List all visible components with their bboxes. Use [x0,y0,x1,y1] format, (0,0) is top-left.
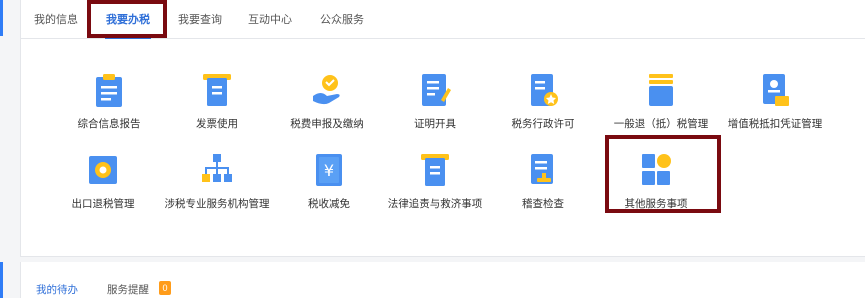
tab-my-info[interactable]: 我的信息 [27,0,85,38]
tab-interaction-center[interactable]: 互动中心 [241,0,299,38]
org-structure-icon [202,154,232,182]
service-tax-relief[interactable]: ¥ 税收减免 [274,152,384,232]
tab-service-reminder[interactable]: 服务提醒 [107,282,149,297]
service-other[interactable]: 其他服务事项 [601,152,711,232]
service-label: 涉税专业服务机构管理 [164,198,270,210]
service-declare-pay[interactable]: 税费申报及缴纳 [272,72,382,152]
other-services-icon [642,154,671,185]
service-professional-org[interactable]: 涉税专业服务机构管理 [162,152,272,232]
reminder-count-badge: 0 [159,281,171,295]
service-legal-remedy[interactable]: 法律追责与救济事项 [380,152,490,232]
clipboard-report-icon [96,74,122,107]
service-label: 出口退税管理 [71,198,135,210]
invoice-icon [203,74,231,106]
service-comprehensive-report[interactable]: 综合信息报告 [54,72,164,152]
tab-public-service[interactable]: 公众服务 [313,0,371,38]
tab-query[interactable]: 我要查询 [171,0,229,38]
service-admin-permit[interactable]: 税务行政许可 [488,72,598,152]
service-label: 其他服务事项 [624,198,688,210]
service-tax-refund[interactable]: 一般退（抵）税管理 [606,72,716,152]
service-label: 税务行政许可 [511,118,575,130]
svg-text:¥: ¥ [324,161,334,180]
tax-services-panel: 我的信息 我要办税 我要查询 互动中心 公众服务 综合信息报告 发票使用 税费申… [20,0,865,257]
tax-relief-icon: ¥ [316,154,342,186]
service-vat-voucher[interactable]: 增值税抵扣凭证管理 [720,72,830,152]
tab-handle-tax[interactable]: 我要办税 [93,0,163,39]
service-inspection[interactable]: 稽查检查 [488,152,598,232]
service-certificate[interactable]: 证明开具 [380,72,490,152]
service-label: 增值税抵扣凭证管理 [727,118,823,130]
tab-my-todo[interactable]: 我的待办 [36,282,78,297]
todo-panel: 我的待办 服务提醒 0 [20,262,865,298]
certificate-icon [422,74,451,106]
inspection-icon [531,154,553,184]
service-label: 稽查检查 [522,198,564,210]
active-tab-underline [105,37,151,39]
left-accent-bar [0,0,3,36]
declare-pay-icon [313,75,340,105]
legal-icon [421,154,449,186]
export-refund-icon [89,156,117,184]
admin-permit-icon [531,74,558,106]
service-invoice-use[interactable]: 发票使用 [162,72,272,152]
service-label: 一般退（抵）税管理 [613,118,709,130]
vat-voucher-icon [763,74,789,106]
service-export-refund[interactable]: 出口退税管理 [48,152,158,232]
tax-refund-icon [649,74,673,106]
tab-handle-tax-label: 我要办税 [106,14,150,26]
tab-bar: 我的信息 我要办税 我要查询 互动中心 公众服务 [21,0,865,39]
left-accent-bar [0,262,3,298]
